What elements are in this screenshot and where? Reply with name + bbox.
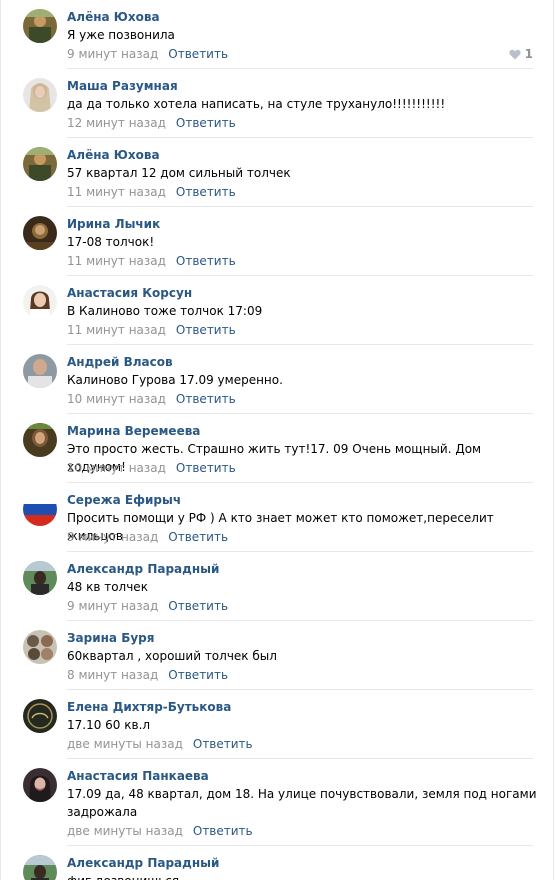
comment-meta: 11 минут назад Ответить — [67, 252, 236, 270]
comment-author[interactable]: Анастасия Корсун — [67, 284, 192, 302]
avatar[interactable] — [23, 285, 57, 319]
comment-author[interactable]: Александр Парадный — [67, 560, 219, 578]
comment-text: 57 квартал 12 дом сильный толчек — [67, 166, 291, 180]
comment-author[interactable]: Алёна Юхова — [67, 8, 160, 26]
reply-button[interactable]: Ответить — [193, 824, 253, 838]
comment-meta: 9 минут назад Ответить — [67, 597, 228, 615]
comment-time[interactable]: 11 минут назад — [67, 323, 166, 337]
reply-button[interactable]: Ответить — [168, 47, 228, 61]
avatar[interactable] — [23, 78, 57, 112]
comment-meta: две минуты назад Ответить — [67, 735, 253, 753]
comment-author[interactable]: Маша Разумная — [67, 77, 178, 95]
comment-author[interactable]: Зарина Буря — [67, 629, 154, 647]
comment-author[interactable]: Алёна Юхова — [67, 146, 160, 164]
avatar[interactable] — [23, 492, 57, 526]
comments-panel: Алёна Юхова Я уже позвонила 9 минут наза… — [0, 0, 554, 880]
avatar[interactable] — [23, 147, 57, 181]
avatar[interactable] — [23, 354, 57, 388]
comment-meta: 11 минут назад Ответить — [67, 183, 236, 201]
comment-text: 17.10 60 кв.л — [67, 718, 151, 732]
comment-item: Анастасия Корсун В Калиново тоже толчок … — [1, 276, 553, 345]
comment-time[interactable]: две минуты назад — [67, 824, 183, 838]
avatar[interactable] — [23, 423, 57, 457]
avatar[interactable] — [23, 855, 57, 880]
comment-text: Калиново Гурова 17.09 умеренно. — [67, 373, 283, 387]
reply-button[interactable]: Ответить — [168, 668, 228, 682]
comment-time[interactable]: 9 минут назад — [67, 47, 158, 61]
comment-author[interactable]: Марина Веремеева — [67, 422, 200, 440]
heart-icon — [509, 49, 521, 59]
comment-time[interactable]: 9 минут назад — [67, 599, 158, 613]
comment-time[interactable]: 11 минут назад — [67, 185, 166, 199]
comment-item: Алёна Юхова 57 квартал 12 дом сильный то… — [1, 138, 553, 207]
comment-item: Андрей Власов Калиново Гурова 17.09 умер… — [1, 345, 553, 414]
comment-author[interactable]: Ирина Лычик — [67, 215, 160, 233]
comment-text: 17.09 да, 48 квартал, дом 18. На улице п… — [67, 787, 537, 819]
comment-time[interactable]: две минуты назад — [67, 737, 183, 751]
reply-button[interactable]: Ответить — [168, 599, 228, 613]
comment-item: Алёна Юхова Я уже позвонила 9 минут наза… — [1, 0, 553, 69]
comment-item: Елена Дихтяр-Бутькова 17.10 60 кв.л две … — [1, 690, 553, 759]
comment-time[interactable]: 10 минут назад — [67, 392, 166, 406]
comment-item: Анастасия Панкаева 17.09 да, 48 квартал,… — [1, 759, 553, 846]
avatar[interactable] — [23, 630, 57, 664]
comment-item: Маша Разумная да да только хотела написа… — [1, 69, 553, 138]
comment-meta: 11 минут назад Ответить — [67, 321, 236, 339]
comment-meta: 12 минут назад Ответить — [67, 114, 236, 132]
comment-meta: 9 минут назад Ответить — [67, 45, 228, 63]
comment-text: 17-08 толчок! — [67, 235, 155, 249]
comment-meta: 9 минут назад Ответить — [67, 528, 228, 546]
reply-button[interactable]: Ответить — [176, 254, 236, 268]
avatar[interactable] — [23, 768, 57, 802]
comment-item: Александр Парадный фиг дозвонишься — [1, 846, 553, 880]
like-count: 1 — [524, 47, 533, 61]
comment-text: да да только хотела написать, на стуле т… — [67, 97, 446, 111]
comment-text: 48 кв толчек — [67, 580, 148, 594]
comment-author[interactable]: Сережа Ефирыч — [67, 491, 181, 509]
comment-text: Я уже позвонила — [67, 28, 175, 42]
reply-button[interactable]: Ответить — [168, 530, 228, 544]
comment-author[interactable]: Елена Дихтяр-Бутькова — [67, 698, 231, 716]
comment-item: Марина Веремеева Это просто жесть. Страш… — [1, 414, 553, 483]
comment-item: Александр Парадный 48 кв толчек 9 минут … — [1, 552, 553, 621]
avatar[interactable] — [23, 561, 57, 595]
comment-time[interactable]: 10 минут назад — [67, 461, 166, 475]
comment-text: фиг дозвонишься — [67, 872, 537, 880]
reply-button[interactable]: Ответить — [193, 737, 253, 751]
comment-time[interactable]: 8 минут назад — [67, 668, 158, 682]
comment-author[interactable]: Александр Парадный — [67, 854, 219, 872]
avatar[interactable] — [23, 699, 57, 733]
comment-author[interactable]: Анастасия Панкаева — [67, 767, 209, 785]
reply-button[interactable]: Ответить — [176, 461, 236, 475]
avatar[interactable] — [23, 216, 57, 250]
comment-item: Ирина Лычик 17-08 толчок! 11 минут назад… — [1, 207, 553, 276]
comment-text: 60квартал , хороший толчек был — [67, 649, 277, 663]
comment-item: Зарина Буря 60квартал , хороший толчек б… — [1, 621, 553, 690]
comment-time[interactable]: 12 минут назад — [67, 116, 166, 130]
comment-item: Сережа Ефирыч Просить помощи у РФ ) А кт… — [1, 483, 553, 552]
reply-button[interactable]: Ответить — [176, 323, 236, 337]
reply-button[interactable]: Ответить — [176, 392, 236, 406]
comment-meta: 8 минут назад Ответить — [67, 666, 228, 684]
comment-time[interactable]: 9 минут назад — [67, 530, 158, 544]
reply-button[interactable]: Ответить — [176, 116, 236, 130]
comment-author[interactable]: Андрей Власов — [67, 353, 173, 371]
avatar[interactable] — [23, 9, 57, 43]
comment-text: В Калиново тоже толчок 17:09 — [67, 304, 263, 318]
comment-meta: 10 минут назад Ответить — [67, 390, 236, 408]
like-button[interactable]: 1 — [509, 45, 533, 63]
comment-meta: 10 минут назад Ответить — [67, 459, 236, 477]
reply-button[interactable]: Ответить — [176, 185, 236, 199]
comment-time[interactable]: 11 минут назад — [67, 254, 166, 268]
comment-meta: две минуты назад Ответить — [67, 822, 253, 840]
